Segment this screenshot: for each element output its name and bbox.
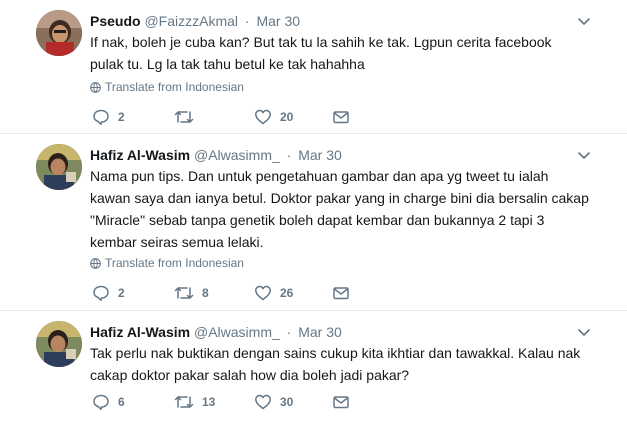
reply-count: 2 xyxy=(118,110,125,124)
chevron-down-icon[interactable] xyxy=(577,148,591,162)
reply-icon xyxy=(93,109,109,126)
envelope-icon xyxy=(333,287,349,300)
direct-message-button[interactable] xyxy=(332,391,350,413)
tweet-header: Pseudo @FaizzzAkmal · Mar 30 xyxy=(90,12,300,30)
tweet-text: If nak, boleh je cuba kan? But tak tu la… xyxy=(90,34,552,72)
user-handle[interactable]: @Alwasimm_ xyxy=(194,324,280,340)
like-count: 30 xyxy=(280,395,294,409)
tweet-header: Hafiz Al-Wasim @Alwasimm_ · Mar 30 xyxy=(90,146,342,164)
reply-count: 6 xyxy=(118,395,125,409)
retweet-button[interactable]: 8 xyxy=(174,282,209,304)
translate-label: Translate from Indonesian xyxy=(105,256,244,270)
translate-link[interactable]: Translate from Indonesian xyxy=(90,79,244,95)
reply-button[interactable]: 6 xyxy=(92,391,125,413)
heart-icon xyxy=(255,109,271,125)
tweet[interactable]: Hafiz Al-Wasim @Alwasimm_ · Mar 30 Nama … xyxy=(0,134,627,310)
retweet-count: 8 xyxy=(202,286,209,300)
direct-message-button[interactable] xyxy=(332,282,350,304)
reply-icon xyxy=(93,285,109,302)
avatar[interactable] xyxy=(36,10,82,56)
timestamp[interactable]: Mar 30 xyxy=(256,13,300,29)
avatar-image xyxy=(36,144,82,190)
display-name[interactable]: Hafiz Al-Wasim xyxy=(90,324,190,340)
globe-icon xyxy=(90,258,101,269)
like-count: 20 xyxy=(280,110,294,124)
tweet[interactable]: Pseudo @FaizzzAkmal · Mar 30 If nak, bol… xyxy=(0,0,627,132)
tweet-text: Tak perlu nak buktikan dengan sains cuku… xyxy=(90,345,581,383)
chevron-down-icon[interactable] xyxy=(577,325,591,339)
user-handle[interactable]: @FaizzzAkmal xyxy=(144,13,238,29)
separator-dot: · xyxy=(286,147,292,163)
direct-message-button[interactable] xyxy=(332,106,350,128)
heart-icon xyxy=(255,285,271,301)
retweet-button[interactable] xyxy=(174,106,202,128)
like-count: 26 xyxy=(280,286,294,300)
chevron-down-icon[interactable] xyxy=(577,14,591,28)
retweet-icon xyxy=(174,111,194,123)
reply-icon xyxy=(93,394,109,411)
tweet-actions: 2 20 xyxy=(90,106,390,128)
translate-label: Translate from Indonesian xyxy=(105,80,244,94)
user-handle[interactable]: @Alwasimm_ xyxy=(194,147,280,163)
like-button[interactable]: 20 xyxy=(254,106,293,128)
retweet-icon xyxy=(174,396,194,408)
separator-dot: · xyxy=(244,13,250,29)
avatar-image xyxy=(36,10,82,56)
retweet-count: 13 xyxy=(202,395,216,409)
translate-link[interactable]: Translate from Indonesian xyxy=(90,255,244,271)
reply-button[interactable]: 2 xyxy=(92,106,125,128)
heart-icon xyxy=(255,394,271,410)
avatar[interactable] xyxy=(36,144,82,190)
display-name[interactable]: Pseudo xyxy=(90,13,141,29)
display-name[interactable]: Hafiz Al-Wasim xyxy=(90,147,190,163)
like-button[interactable]: 26 xyxy=(254,282,293,304)
retweet-icon xyxy=(174,287,194,299)
globe-icon xyxy=(90,82,101,93)
tweet-header: Hafiz Al-Wasim @Alwasimm_ · Mar 30 xyxy=(90,323,342,341)
reply-count: 2 xyxy=(118,286,125,300)
timestamp[interactable]: Mar 30 xyxy=(298,147,342,163)
envelope-icon xyxy=(333,111,349,124)
tweet[interactable]: Hafiz Al-Wasim @Alwasimm_ · Mar 30 Tak p… xyxy=(0,311,627,424)
timestamp[interactable]: Mar 30 xyxy=(298,324,342,340)
envelope-icon xyxy=(333,396,349,409)
reply-button[interactable]: 2 xyxy=(92,282,125,304)
tweet-text: Nama pun tips. Dan untuk pengetahuan gam… xyxy=(90,168,589,250)
retweet-button[interactable]: 13 xyxy=(174,391,215,413)
tweet-actions: 6 13 30 xyxy=(90,391,390,413)
like-button[interactable]: 30 xyxy=(254,391,293,413)
avatar[interactable] xyxy=(36,321,82,367)
tweet-actions: 2 8 26 xyxy=(90,282,390,304)
avatar-image xyxy=(36,321,82,367)
separator-dot: · xyxy=(286,324,292,340)
